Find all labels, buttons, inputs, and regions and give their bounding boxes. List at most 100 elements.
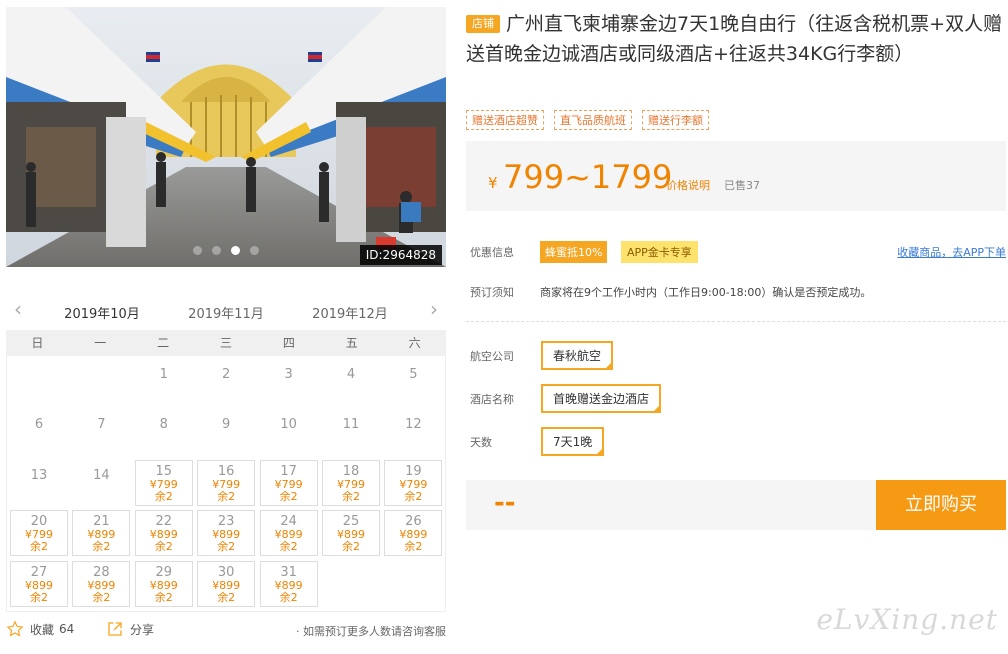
calendar-day-available[interactable]: 26 ¥899 余2	[384, 510, 443, 557]
tab-month-dec[interactable]: 2019年12月	[302, 303, 398, 322]
calendar-day: 8	[135, 409, 193, 455]
calendar-day-available[interactable]: 22 ¥899 余2	[134, 510, 193, 557]
calendar-day-available[interactable]: 18 ¥799 余2	[322, 459, 380, 506]
calendar-day-number: 14	[93, 467, 110, 483]
calendar-day-stock: 余2	[217, 489, 236, 503]
weekday-label: 五	[345, 336, 358, 350]
weekday-label: 二	[157, 336, 170, 350]
favorite-label: 收藏	[30, 622, 55, 637]
airline-label: 航空公司	[470, 350, 514, 363]
calendar-day-number: 9	[222, 417, 231, 433]
calendar-day-stock: 余2	[217, 590, 236, 604]
calendar-day-stock: 余2	[342, 489, 360, 503]
calendar-day-available[interactable]: 20 ¥799 余2	[10, 510, 68, 557]
prev-month-icon[interactable]: ‹	[14, 299, 22, 319]
calendar-day-number: 4	[346, 367, 356, 382]
calendar-day-available[interactable]: 17 ¥799 余2	[259, 459, 318, 506]
calendar-day-number: 8	[159, 417, 168, 433]
calendar-day-number: 28	[93, 564, 110, 580]
weekday-header: 日 一 二 三 四 五 六	[6, 330, 446, 356]
weekday-label: 一	[94, 336, 107, 350]
calendar-day-price: ¥799	[337, 477, 365, 491]
calendar-day-available[interactable]: 31 ¥899 余2	[259, 560, 318, 607]
calendar-day-available[interactable]: 29 ¥899 余2	[134, 560, 193, 607]
calendar-day-number: 20	[30, 514, 48, 530]
weekday-label: 日	[31, 336, 44, 350]
calendar-day-available[interactable]: 28 ¥899 余2	[72, 560, 131, 607]
calendar-day: 2	[197, 359, 255, 405]
calendar-day-available[interactable]: 15 ¥799 余2	[134, 459, 193, 506]
calendar-day-number: 13	[30, 467, 48, 483]
days-label: 天数	[470, 436, 492, 449]
favorite-button[interactable]: 收藏 64	[6, 620, 74, 638]
calendar-day-number: 27	[30, 564, 48, 580]
calendar-day-available[interactable]: 16 ¥799 余2	[197, 459, 256, 506]
currency-symbol: ¥	[488, 174, 498, 192]
next-month-icon[interactable]: ›	[430, 299, 438, 319]
calendar-day-stock: 余2	[342, 540, 360, 554]
calendar-day-available[interactable]: 19 ¥799 余2	[384, 459, 443, 506]
calendar-day-number: 12	[405, 417, 422, 433]
calendar-day-available[interactable]: 21 ¥899 余2	[72, 510, 131, 557]
calendar-day-number: 29	[155, 564, 173, 580]
notice-label: 预订须知	[470, 286, 514, 299]
calendar-day-stock: 余2	[154, 540, 173, 554]
price-range: 799~1799	[503, 158, 673, 196]
calendar-day-stock: 余2	[92, 590, 111, 604]
calendar-day-number: 22	[155, 514, 173, 530]
calendar-day-price: ¥899	[87, 578, 116, 592]
hotel-option[interactable]: 首晚赠送金边酒店	[541, 384, 662, 413]
calendar-day-number: 15	[155, 463, 173, 479]
calendar-day-stock: 余2	[217, 540, 236, 554]
calendar-day-number: 19	[405, 463, 422, 479]
calendar-day-stock: 余2	[154, 590, 173, 604]
calendar-day-price: ¥899	[212, 578, 241, 592]
carousel-dot[interactable]	[212, 246, 221, 255]
calendar-day: 1	[135, 359, 193, 405]
share-label: 分享	[130, 622, 155, 637]
tab-month-nov[interactable]: 2019年11月	[178, 303, 274, 322]
calendar-day: 3	[260, 359, 318, 405]
calendar-day-number: 23	[217, 514, 235, 530]
calendar-day-available[interactable]: 24 ¥899 余2	[259, 510, 318, 557]
bottom-actions: 收藏 64 分享 · 如需预订更多人数请咨询客服	[6, 620, 446, 642]
divider	[466, 321, 1006, 322]
calendar-day-number: 24	[280, 514, 297, 530]
calendar-day-stock: 余2	[404, 489, 423, 503]
calendar-day-available[interactable]: 30 ¥899 余2	[197, 560, 256, 607]
star-icon	[6, 620, 24, 637]
favorite-count: 64	[59, 622, 75, 636]
buy-now-button[interactable]: 立即购买	[876, 480, 1006, 530]
calendar-day-number: 3	[284, 367, 293, 382]
product-tag: 赠送酒店超赞	[466, 110, 544, 130]
product-tag: 直飞品质航班	[554, 110, 632, 130]
price-explain-link[interactable]: 价格说明	[666, 177, 710, 193]
calendar-day-price: ¥799	[212, 477, 241, 491]
carousel-dot[interactable]	[193, 246, 202, 255]
consult-note: · 如需预订更多人数请咨询客服	[296, 625, 446, 638]
market-photo-illustration	[6, 7, 446, 267]
product-photo[interactable]: ID:2964828	[6, 7, 446, 267]
airline-option[interactable]: 春秋航空	[541, 341, 614, 370]
calendar-day-available[interactable]: 25 ¥899 余2	[322, 510, 380, 557]
carousel-dot-active[interactable]	[231, 246, 240, 255]
share-button[interactable]: 分享	[106, 620, 154, 638]
calendar-grid: 1 2 3 4 5 6 7 8 9 10 11 12 13 14 15 ¥799 余2 16 ¥799 余2 17 ¥79…	[6, 356, 446, 612]
calendar-day: 10	[260, 409, 318, 455]
carousel-dot[interactable]	[250, 246, 259, 255]
app-order-link[interactable]: 收藏商品，去APP下单	[897, 244, 1006, 260]
calendar-day-number: 7	[97, 417, 106, 433]
product-title-block: 店铺 广州直飞柬埔寨金边7天1晚自由行（往返含税机票+双人赠送首晚金边诚酒店或同级…	[466, 9, 1006, 69]
calendar-day-available[interactable]: 23 ¥899 余2	[197, 510, 256, 557]
calendar-day-available[interactable]: 27 ¥899 余2	[10, 560, 68, 607]
calendar-day: 4	[322, 359, 380, 405]
purchase-bar: -- 立即购买	[466, 480, 1006, 530]
calendar-day: 9	[197, 409, 255, 455]
calendar-day: 6	[10, 409, 68, 455]
tab-month-oct[interactable]: 2019年10月	[54, 303, 150, 334]
calendar-day-number: 10	[280, 417, 297, 433]
days-option[interactable]: 7天1晚	[541, 427, 605, 456]
calendar-day-number: 25	[342, 514, 360, 530]
calendar-day: 14	[72, 460, 130, 506]
calendar-day-stock: 余2	[279, 590, 298, 604]
